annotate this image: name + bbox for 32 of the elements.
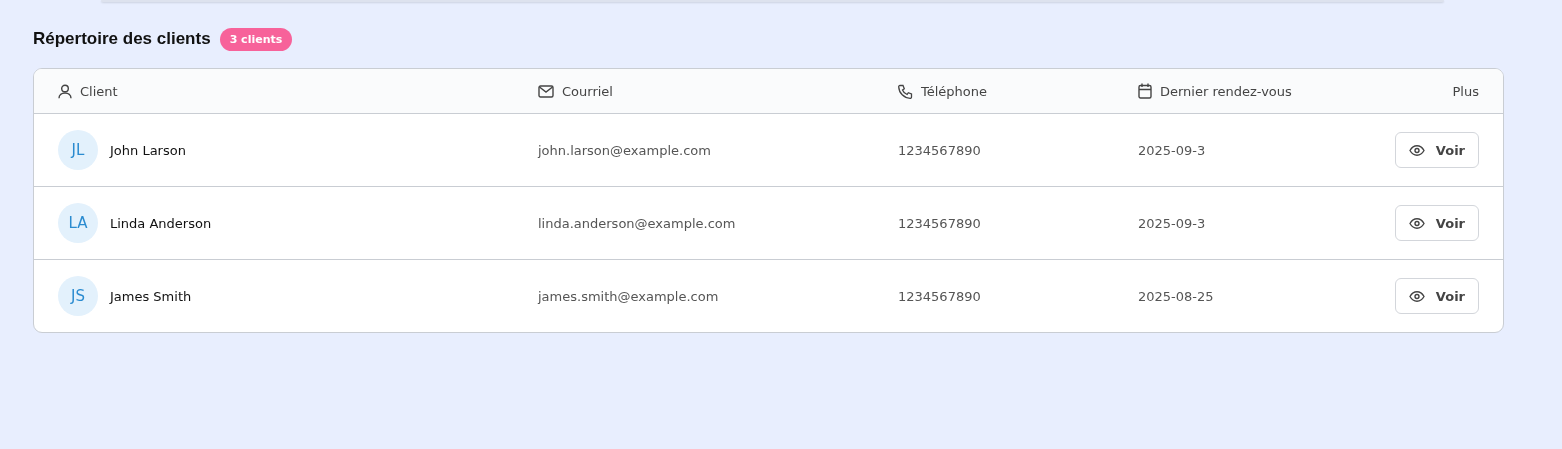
phone-cell-text: 1234567890	[898, 142, 982, 158]
client-name: James Smith	[110, 288, 192, 304]
view-button[interactable]: Voir	[1394, 278, 1479, 314]
eye-icon	[1408, 290, 1425, 302]
date-cell-text: 2025-08-25	[1138, 288, 1215, 304]
email-cell-text: john.larson@example.com	[538, 142, 712, 158]
client-name: Linda Anderson	[110, 215, 212, 231]
column-header: Courriel	[562, 83, 613, 99]
avatar: LA	[58, 203, 98, 243]
email-cell-text: james.smith@example.com	[538, 288, 720, 304]
view-button[interactable]: Voir	[1394, 132, 1479, 168]
column-header: Téléphone	[921, 83, 988, 99]
view-button[interactable]: Voir	[1394, 205, 1479, 241]
count-badge: 3 clients	[219, 27, 293, 51]
calendar-icon	[1138, 83, 1152, 99]
person-icon	[58, 83, 72, 99]
eye-icon	[1408, 217, 1425, 229]
column-header: Client	[80, 83, 118, 99]
column-header: Dernier rendez-vous	[1160, 83, 1292, 99]
mail-icon	[538, 84, 554, 98]
phone-cell-text: 1234567890	[898, 215, 982, 231]
avatar: JS	[58, 276, 98, 316]
avatar: JL	[58, 130, 98, 170]
column-header: Plus	[1452, 83, 1479, 99]
client-name: John Larson	[110, 142, 186, 158]
eye-icon	[1408, 144, 1425, 156]
email-cell-text: linda.anderson@example.com	[538, 215, 737, 231]
phone-cell-text: 1234567890	[898, 288, 982, 304]
phone-icon	[898, 83, 913, 99]
section-title: Répertoire des clients	[33, 29, 211, 49]
date-cell-text: 2025-09-3	[1138, 142, 1207, 158]
date-cell-text: 2025-09-3	[1138, 215, 1207, 231]
